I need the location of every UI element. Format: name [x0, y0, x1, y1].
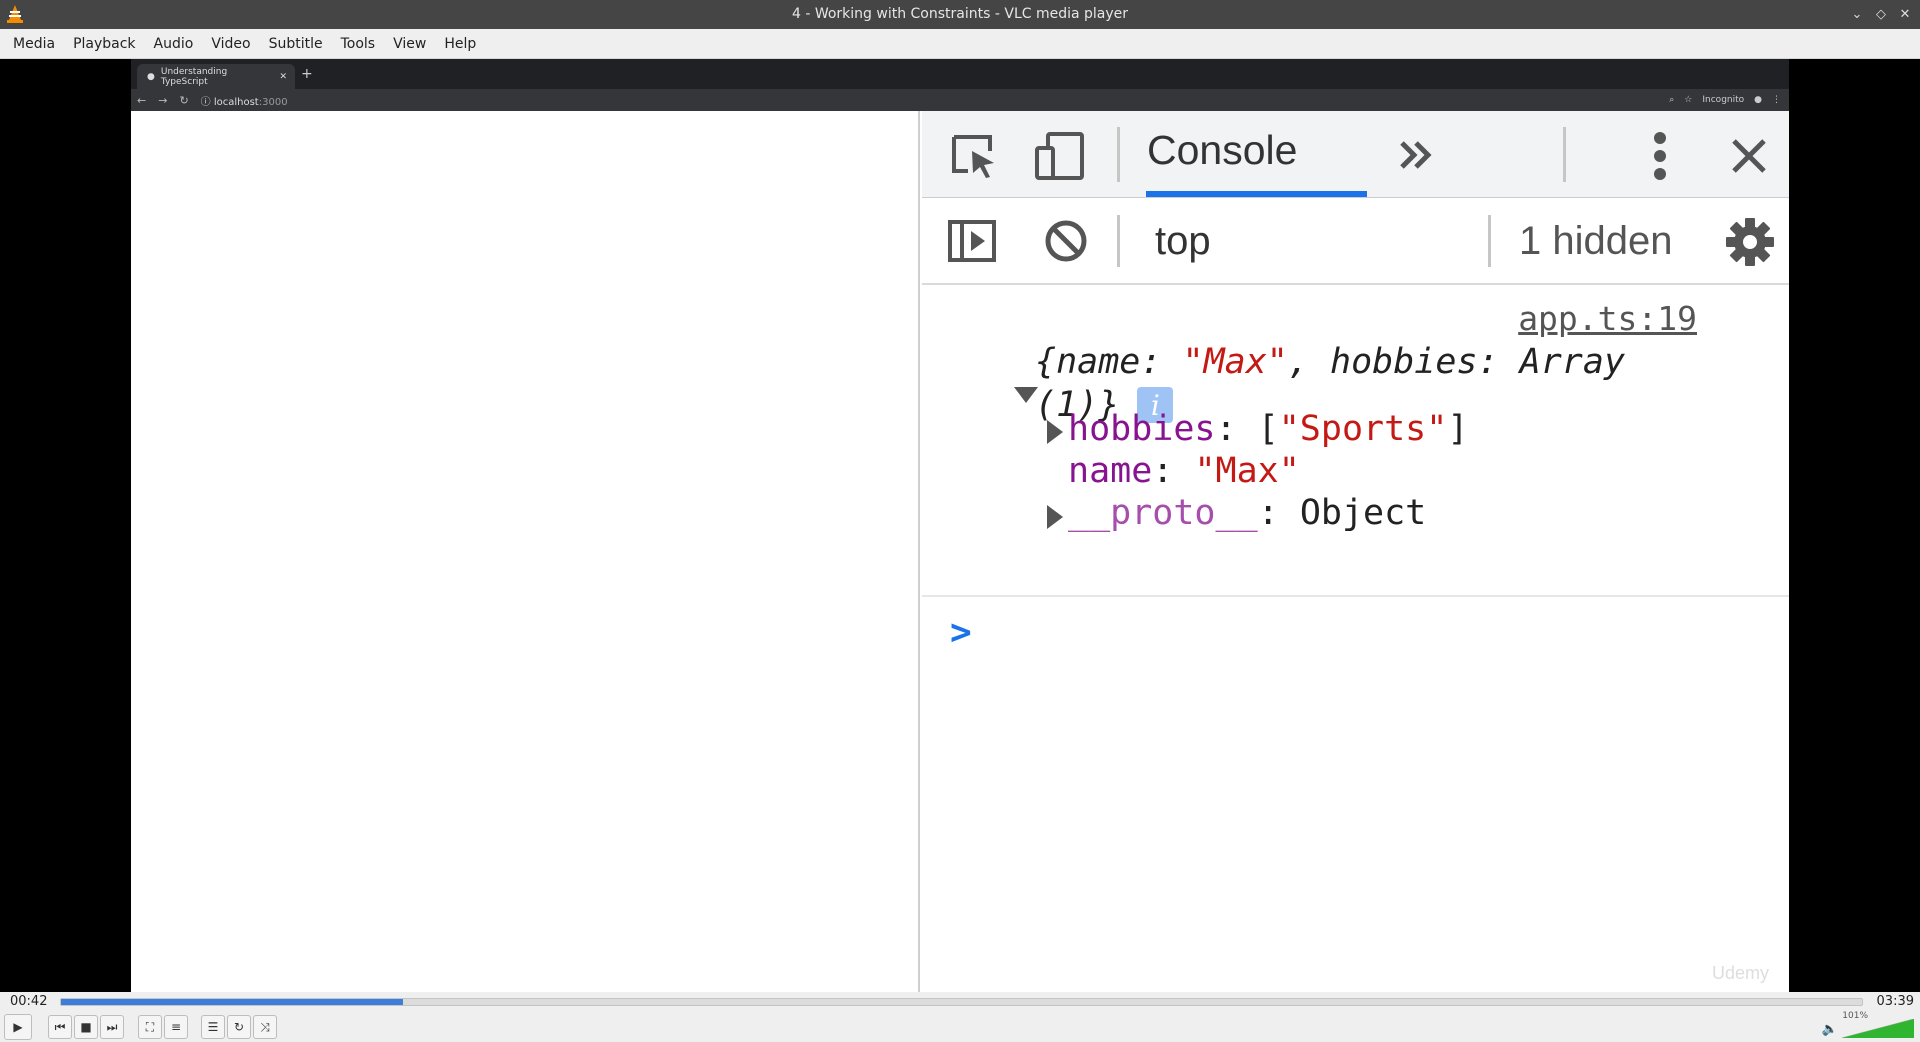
toolbar-separator — [1117, 215, 1120, 267]
minimize-icon[interactable]: ⌄ — [1848, 6, 1866, 24]
play-button[interactable]: ▶ — [4, 1014, 32, 1040]
menu-bar: Media Playback Audio Video Subtitle Tool… — [0, 29, 1920, 59]
console-output: app.ts:19 {name: "Max", hobbies: Array (… — [922, 287, 1789, 992]
console-filter-bar: top 1 hidden — [922, 199, 1789, 285]
tab-close-icon: ✕ — [279, 71, 287, 82]
toolbar-separator — [1563, 127, 1566, 182]
property-separator: : — [1152, 451, 1195, 491]
browser-address-bar: ← → ↻ ⓘ localhost:3000 ⌕ ☆ Incognito ● ⋮ — [131, 89, 1789, 111]
globe-icon: ● — [147, 71, 155, 82]
hidden-messages-count: 1 hidden — [1519, 219, 1673, 263]
elapsed-time: 00:42 — [10, 994, 48, 1009]
menu-media[interactable]: Media — [4, 29, 64, 59]
fullscreen-button[interactable]: ⛶ — [138, 1015, 162, 1039]
url-host: localhost — [213, 96, 259, 108]
source-link[interactable]: app.ts:19 — [1518, 299, 1697, 338]
maximize-icon[interactable]: ◇ — [1872, 6, 1890, 24]
browser-tab-strip: ● Understanding TypeScript ✕ + — [131, 59, 1789, 89]
web-page-content — [131, 111, 920, 992]
toolbar-separator — [1488, 215, 1491, 267]
video-frame: ● Understanding TypeScript ✕ + ← → ↻ ⓘ l… — [131, 59, 1789, 992]
property-key: name — [1068, 451, 1153, 491]
menu-audio[interactable]: Audio — [145, 29, 203, 59]
close-devtools-icon — [1732, 139, 1766, 173]
browser-tab: ● Understanding TypeScript ✕ — [137, 64, 295, 89]
incognito-icon: ● — [1754, 95, 1762, 105]
device-toolbar-icon — [1035, 132, 1084, 180]
property-separator: : [ — [1215, 409, 1279, 449]
property-proto[interactable]: __proto__: Object — [1068, 493, 1426, 533]
browser-tab-title: Understanding TypeScript — [160, 66, 228, 87]
shuffle-button[interactable]: ⤨ — [253, 1015, 277, 1039]
star-icon: ☆ — [1684, 95, 1693, 105]
extended-settings-button[interactable]: ≡ — [164, 1015, 188, 1039]
collapsed-triangle-icon — [1047, 420, 1063, 444]
total-time: 03:39 — [1876, 994, 1914, 1009]
devtools-panel: Console top 1 hidden app.ts:19 {name: "M… — [922, 111, 1789, 992]
clear-console-icon — [1045, 220, 1087, 262]
title-bar: 4 - Working with Constraints - VLC media… — [0, 0, 1920, 29]
menu-video[interactable]: Video — [202, 29, 259, 59]
incognito-label: Incognito — [1702, 95, 1745, 105]
menu-help[interactable]: Help — [435, 29, 485, 59]
context-selector[interactable]: top — [1155, 219, 1211, 264]
show-sidebar-icon — [948, 220, 996, 262]
player-controls: 00:42 03:39 ▶ ⏮ ■ ⏭ ⛶ ≡ ☰ ↻ ⤨ 🔈 101% — [0, 992, 1920, 1042]
property-value: Object — [1299, 493, 1427, 533]
property-value: "Sports" — [1278, 409, 1448, 449]
speaker-icon[interactable]: 🔈 — [1822, 1022, 1838, 1037]
kebab-menu-icon — [1654, 132, 1666, 180]
object-summary-name-value: "Max" — [1182, 342, 1288, 382]
property-key: __proto__ — [1068, 493, 1258, 533]
tab-console[interactable]: Console — [1147, 127, 1297, 174]
back-icon: ← — [137, 93, 147, 107]
close-icon[interactable]: ✕ — [1896, 6, 1914, 24]
object-summary[interactable]: {name: "Max", hobbies: Array — [1035, 342, 1625, 382]
loop-button[interactable]: ↻ — [227, 1015, 251, 1039]
address-url: ⓘ localhost:3000 — [201, 93, 288, 108]
console-prompt-icon[interactable]: > — [950, 612, 972, 653]
toolbar-separator — [1117, 127, 1120, 182]
property-hobbies[interactable]: hobbies: ["Sports"] — [1068, 409, 1468, 449]
menu-subtitle[interactable]: Subtitle — [260, 29, 332, 59]
gear-icon — [1726, 218, 1774, 266]
object-summary-open: {name: — [1035, 342, 1183, 382]
property-end: ] — [1447, 409, 1469, 449]
property-key: hobbies — [1068, 409, 1216, 449]
window-title: 4 - Working with Constraints - VLC media… — [791, 6, 1129, 22]
menu-playback[interactable]: Playback — [64, 29, 144, 59]
udemy-watermark: Udemy — [1711, 963, 1769, 983]
playlist-button[interactable]: ☰ — [201, 1015, 225, 1039]
menu-view[interactable]: View — [384, 29, 435, 59]
zoom-icon: ⌕ — [1669, 95, 1675, 105]
next-button[interactable]: ⏭ — [100, 1015, 124, 1039]
menu-tools[interactable]: Tools — [332, 29, 385, 59]
inspect-element-icon — [952, 135, 994, 178]
volume-slider[interactable] — [1842, 1019, 1914, 1038]
info-icon: ⓘ — [200, 96, 211, 108]
video-area[interactable]: ● Understanding TypeScript ✕ + ← → ↻ ⓘ l… — [0, 59, 1920, 992]
more-tabs-chevron-icon — [1400, 141, 1432, 169]
new-tab-icon: + — [301, 66, 313, 82]
reload-icon: ↻ — [179, 93, 189, 107]
property-separator: : — [1257, 493, 1300, 533]
property-name: name: "Max" — [1068, 451, 1300, 491]
previous-button[interactable]: ⏮ — [48, 1015, 72, 1039]
devtools-toolbar: Console — [922, 111, 1789, 198]
forward-icon: → — [158, 93, 168, 107]
active-tab-indicator — [1146, 191, 1367, 197]
console-separator — [922, 595, 1789, 597]
url-port: :3000 — [258, 96, 288, 108]
stop-button[interactable]: ■ — [74, 1015, 98, 1039]
property-value: "Max" — [1194, 451, 1300, 491]
seek-bar-fill — [61, 999, 404, 1005]
browser-menu-icon: ⋮ — [1772, 95, 1781, 105]
seek-bar[interactable] — [60, 998, 1863, 1006]
collapsed-triangle-icon — [1047, 505, 1063, 529]
object-summary-mid: , hobbies: Array — [1287, 342, 1626, 382]
